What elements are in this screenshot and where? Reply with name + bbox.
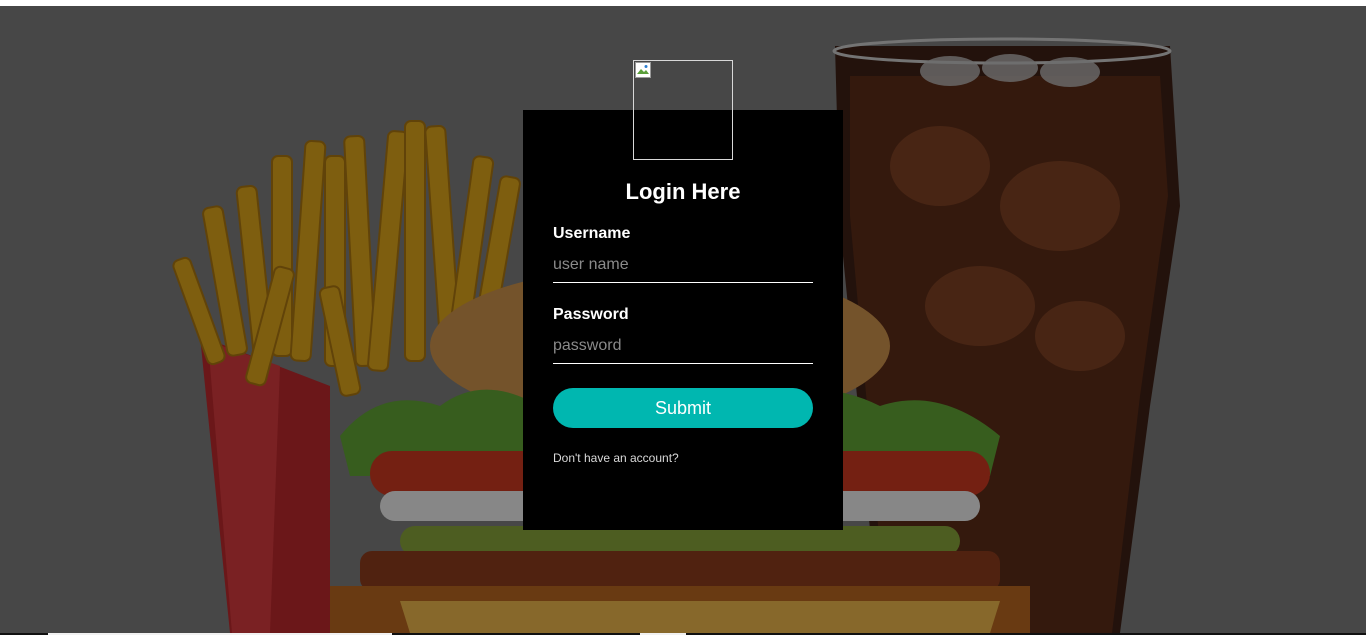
password-input[interactable]	[553, 333, 813, 364]
page: Login Here Username Password Submit Don'…	[0, 0, 1366, 635]
login-title: Login Here	[625, 179, 741, 204]
signup-link[interactable]: Don't have an account?	[553, 451, 679, 465]
username-input[interactable]	[553, 252, 813, 283]
login-box: Login Here Username Password Submit Don'…	[523, 110, 843, 530]
username-label: Username	[553, 225, 631, 242]
password-label: Password	[553, 306, 629, 323]
broken-image-icon	[635, 62, 651, 78]
avatar	[633, 60, 733, 160]
submit-button[interactable]: Submit	[553, 388, 813, 428]
